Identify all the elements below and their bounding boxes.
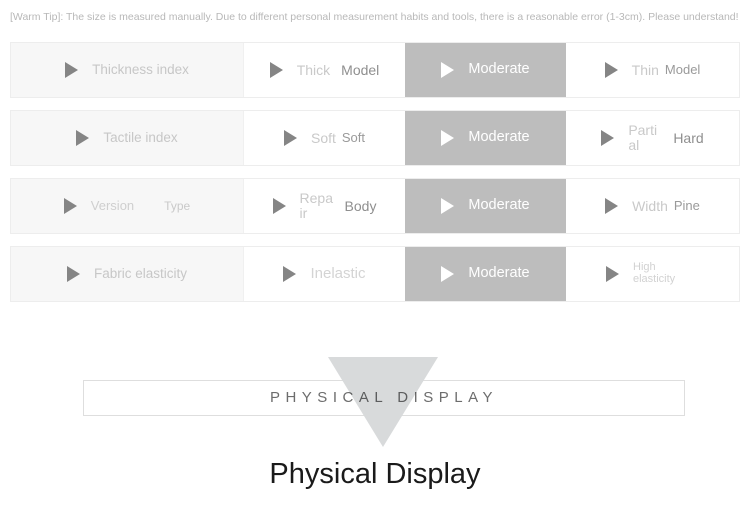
spec-option-cell[interactable]: Thin Model bbox=[566, 43, 739, 97]
label-text-group: Tactile index bbox=[103, 129, 178, 145]
spec-option-cell-selected[interactable]: Moderate bbox=[405, 43, 566, 97]
table-row: Version Type Repair Body Moderate Width … bbox=[10, 178, 740, 234]
play-triangle-icon bbox=[441, 130, 455, 146]
label-primary: Thickness index bbox=[92, 61, 189, 77]
table-row: Tactile index Soft Soft Moderate Partial… bbox=[10, 110, 740, 166]
play-triangle-icon bbox=[441, 266, 455, 282]
option-text-group: Thick Model bbox=[296, 61, 380, 78]
option-primary: Soft bbox=[310, 129, 336, 146]
play-triangle-icon bbox=[283, 266, 297, 282]
option-secondary: Pine bbox=[673, 198, 700, 214]
physical-display-section: PHYSICAL DISPLAY Physical Display bbox=[0, 318, 750, 517]
option-primary: Width bbox=[632, 197, 668, 214]
option-secondary: Soft bbox=[341, 130, 366, 146]
option-primary: Moderate bbox=[468, 197, 530, 214]
play-triangle-icon bbox=[606, 266, 619, 282]
option-text-group: Moderate bbox=[468, 266, 529, 281]
option-text-group: Thin Model bbox=[631, 61, 701, 78]
play-triangle-icon bbox=[441, 62, 455, 78]
option-text-group: Width Pine bbox=[632, 197, 700, 214]
option-primary: Inelastic bbox=[310, 265, 366, 283]
option-text-group: Moderate bbox=[468, 198, 529, 213]
play-triangle-icon bbox=[283, 130, 297, 146]
option-secondary: Model bbox=[341, 61, 380, 78]
label-primary: Fabric elasticity bbox=[93, 265, 188, 281]
option-text-group: Inelastic bbox=[310, 266, 365, 282]
option-primary: Partial bbox=[628, 122, 658, 153]
option-text-group: Repair Body bbox=[299, 190, 377, 221]
physical-display-title: Physical Display bbox=[269, 458, 481, 490]
play-triangle-icon bbox=[65, 62, 79, 78]
play-triangle-icon bbox=[601, 130, 615, 146]
play-triangle-icon bbox=[272, 198, 286, 214]
spec-row-label-cell: Fabric elasticity bbox=[11, 247, 244, 301]
option-text-group: Moderate bbox=[468, 130, 529, 145]
option-primary: Moderate bbox=[468, 129, 530, 146]
play-triangle-icon bbox=[63, 198, 77, 214]
spec-row-label-cell: Version Type bbox=[11, 179, 244, 233]
option-text-group: Partial Hard bbox=[628, 122, 704, 153]
table-row: Thickness index Thick Model Moderate Thi… bbox=[10, 42, 740, 98]
spec-option-cell-selected[interactable]: Moderate bbox=[405, 111, 566, 165]
option-secondary: Hard bbox=[673, 129, 704, 146]
spec-option-cell[interactable]: Width Pine bbox=[566, 179, 739, 233]
option-primary: Thick bbox=[296, 61, 331, 78]
play-triangle-icon bbox=[66, 266, 80, 282]
physical-display-banner-text: PHYSICAL DISPLAY bbox=[269, 389, 499, 406]
label-text-group: Thickness index bbox=[92, 61, 189, 77]
option-primary: Moderate bbox=[468, 61, 530, 78]
spec-option-cell[interactable]: Repair Body bbox=[244, 179, 405, 233]
spec-option-cell[interactable]: Partial Hard bbox=[566, 111, 739, 165]
play-triangle-icon bbox=[441, 198, 455, 214]
spec-row-label-cell: Thickness index bbox=[11, 43, 244, 97]
spec-option-cell-selected[interactable]: Moderate bbox=[405, 179, 566, 233]
spec-option-cell[interactable]: High elasticity bbox=[566, 247, 739, 301]
spec-row-label-cell: Tactile index bbox=[11, 111, 244, 165]
label-primary: Tactile index bbox=[103, 129, 178, 145]
play-triangle-icon bbox=[76, 130, 90, 146]
warm-tip-banner: [Warm Tip]: The size is measured manuall… bbox=[10, 11, 739, 23]
option-primary: Thin bbox=[631, 61, 659, 78]
spec-option-cell-selected[interactable]: Moderate bbox=[405, 247, 566, 301]
table-row: Fabric elasticity Inelastic Moderate Hig… bbox=[10, 246, 740, 302]
spec-option-cell[interactable]: Inelastic bbox=[244, 247, 405, 301]
option-text-group: High elasticity bbox=[633, 262, 699, 285]
option-text-group: Moderate bbox=[468, 62, 529, 77]
option-primary: Repair bbox=[299, 190, 333, 221]
label-text-group: Version Type bbox=[91, 199, 190, 213]
option-primary: High elasticity bbox=[633, 261, 676, 285]
play-triangle-icon bbox=[269, 62, 283, 78]
option-secondary: Body bbox=[344, 197, 377, 214]
spec-option-cell[interactable]: Thick Model bbox=[244, 43, 405, 97]
label-secondary: Type bbox=[164, 198, 191, 213]
label-primary: Version bbox=[90, 198, 135, 214]
option-text-group: Soft Soft bbox=[310, 129, 366, 146]
label-text-group: Fabric elasticity bbox=[93, 265, 188, 281]
option-primary: Moderate bbox=[468, 265, 530, 282]
option-secondary: Model bbox=[664, 62, 701, 78]
spec-table: Thickness index Thick Model Moderate Thi… bbox=[10, 42, 740, 314]
play-triangle-icon bbox=[605, 198, 619, 214]
play-triangle-icon bbox=[604, 62, 618, 78]
spec-option-cell[interactable]: Soft Soft bbox=[244, 111, 405, 165]
